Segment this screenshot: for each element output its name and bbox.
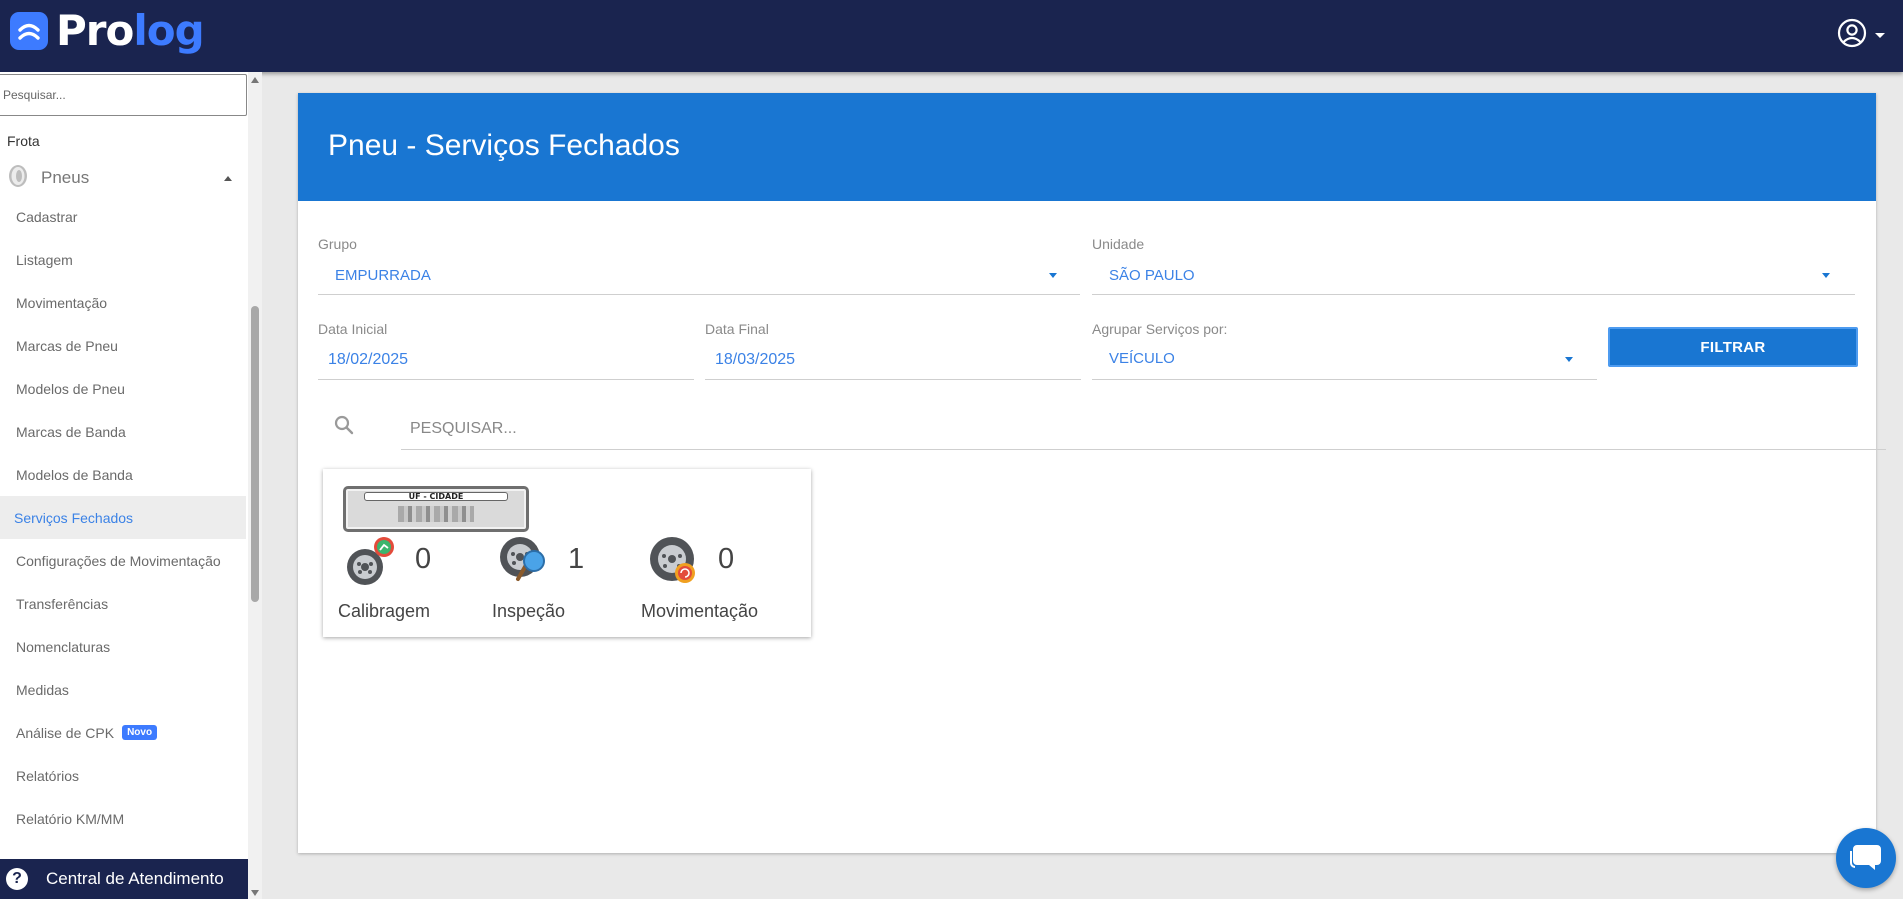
grupo-underline — [318, 294, 1080, 295]
caret-down-icon — [1875, 33, 1885, 38]
user-menu[interactable] — [1837, 18, 1885, 53]
calibragem-label: Calibragem — [338, 601, 431, 621]
sidebar-item-marcas-de-pneu[interactable]: Marcas de Pneu — [0, 324, 246, 367]
help-center-label: Central de Atendimento — [46, 869, 224, 888]
sidebar-group-label: Pneus — [41, 168, 90, 187]
sidebar-item-label: Análise de CPK — [16, 724, 115, 741]
data-final-label: Data Final — [705, 321, 769, 337]
help-center-button[interactable]: ? Central de Atendimento — [0, 859, 248, 899]
filtrar-button[interactable]: FILTRAR — [1608, 327, 1858, 367]
sidebar-search-input[interactable] — [0, 74, 247, 116]
sidebar-item-listagem[interactable]: Listagem — [0, 238, 246, 281]
page-header: Pneu - Serviços Fechados — [298, 93, 1876, 201]
calibragem-count: 0 — [415, 543, 432, 575]
plate-header: UF - CIDADE — [364, 492, 508, 501]
logo-text: Prolog — [56, 6, 205, 55]
sidebar-item-servicos-fechados[interactable]: Serviços Fechados — [0, 496, 246, 539]
sidebar-item-marcas-de-banda[interactable]: Marcas de Banda — [0, 410, 246, 453]
data-final-underline — [705, 379, 1081, 380]
movimentacao-count: 0 — [718, 543, 735, 575]
inspecao-count: 1 — [568, 543, 585, 575]
chevron-down-icon — [1822, 273, 1830, 278]
chevron-down-icon — [1565, 357, 1573, 362]
search-icon[interactable] — [333, 414, 355, 441]
search-input[interactable] — [401, 408, 1886, 450]
sidebar-item-movimentacao[interactable]: Movimentação — [0, 281, 246, 324]
agrupar-value: VEÍCULO — [1109, 350, 1175, 367]
sidebar-item-relatorios[interactable]: Relatórios — [0, 754, 246, 797]
sidebar-item-label: Relatórios — [16, 767, 80, 784]
sidebar-items: Cadastrar Listagem Movimentação Marcas d… — [0, 195, 246, 840]
sidebar-item-label: Marcas de Banda — [16, 423, 126, 440]
grupo-value: EMPURRADA — [335, 267, 431, 284]
unidade-select[interactable]: Unidade SÃO PAULO — [1092, 236, 1855, 296]
sidebar-item-label: Movimentação — [16, 294, 108, 311]
vehicle-card[interactable]: UF - CIDADE 0 Calibragem 1 Inspeção 0 Mo… — [323, 469, 811, 637]
page-title: Pneu - Serviços Fechados — [328, 129, 680, 162]
sidebar-section-title: Frota — [7, 133, 40, 149]
chat-bubble-icon — [1849, 841, 1883, 876]
data-final-value: 18/03/2025 — [715, 351, 796, 368]
sidebar-item-label: Cadastrar — [16, 208, 78, 225]
tire-calibration-icon — [345, 535, 397, 592]
sidebar-item-transferencias[interactable]: Transferências — [0, 582, 246, 625]
data-inicial-value: 18/02/2025 — [328, 351, 409, 368]
sidebar-item-label: Configurações de Movimentação — [16, 552, 221, 569]
data-inicial-underline — [318, 379, 694, 380]
sidebar-item-label: Modelos de Banda — [16, 466, 133, 483]
sidebar-item-modelos-de-pneu[interactable]: Modelos de Pneu — [0, 367, 246, 410]
data-final-field[interactable]: Data Final 18/03/2025 — [705, 321, 1081, 381]
sidebar: Frota Pneus Cadastrar Listagem Movimenta… — [0, 72, 262, 899]
unidade-underline — [1092, 294, 1855, 295]
main-card: Pneu - Serviços Fechados Grupo EMPURRADA… — [298, 93, 1886, 853]
unidade-value: SÃO PAULO — [1109, 267, 1195, 284]
prolog-logo[interactable]: Prolog — [10, 6, 205, 55]
agrupar-underline — [1092, 379, 1597, 380]
sidebar-item-label: Medidas — [16, 681, 69, 698]
chat-button[interactable] — [1836, 828, 1896, 888]
sidebar-item-medidas[interactable]: Medidas — [0, 668, 246, 711]
agrupar-select[interactable]: Agrupar Serviços por: VEÍCULO — [1092, 321, 1597, 381]
sidebar-item-label: Listagem — [16, 251, 73, 268]
tire-movement-icon — [648, 535, 700, 592]
sidebar-item-analise-de-cpk[interactable]: Análise de CPK Novo — [0, 711, 246, 754]
sidebar-item-label: Transferências — [16, 595, 109, 612]
chevron-up-icon — [224, 176, 232, 181]
unidade-label: Unidade — [1092, 236, 1145, 252]
question-circle-icon: ? — [6, 868, 28, 890]
data-inicial-field[interactable]: Data Inicial 18/02/2025 — [318, 321, 694, 381]
sidebar-group-pneus[interactable]: Pneus — [0, 162, 246, 194]
sidebar-item-label: Relatório KM/MM — [16, 810, 125, 827]
tire-icon — [7, 164, 29, 193]
grupo-label: Grupo — [318, 236, 357, 252]
top-bar: Prolog — [0, 0, 1903, 72]
sidebar-item-nomenclaturas[interactable]: Nomenclaturas — [0, 625, 246, 668]
chevron-down-icon — [1049, 273, 1057, 278]
logo-mark-icon — [10, 12, 48, 50]
user-circle-icon — [1837, 18, 1867, 53]
tire-inspection-icon — [498, 535, 550, 592]
data-inicial-label: Data Inicial — [318, 321, 388, 337]
sidebar-scrollbar[interactable] — [248, 72, 262, 899]
sidebar-item-label: Nomenclaturas — [16, 638, 111, 655]
sidebar-item-label: Marcas de Pneu — [16, 337, 118, 354]
new-badge: Novo — [122, 725, 158, 740]
sidebar-item-label: Serviços Fechados — [14, 509, 134, 526]
license-plate: UF - CIDADE — [343, 486, 529, 532]
inspecao-label: Inspeção — [492, 601, 566, 621]
scroll-up-icon[interactable] — [251, 77, 259, 83]
sidebar-item-modelos-de-banda[interactable]: Modelos de Banda — [0, 453, 246, 496]
sidebar-item-label: Modelos de Pneu — [16, 380, 125, 397]
plate-number-blurred — [398, 506, 474, 522]
scroll-down-icon[interactable] — [251, 890, 259, 896]
agrupar-label: Agrupar Serviços por: — [1092, 321, 1228, 337]
scrollbar-thumb[interactable] — [251, 306, 259, 602]
movimentacao-label: Movimentação — [641, 601, 759, 621]
sidebar-item-cadastrar[interactable]: Cadastrar — [0, 195, 246, 238]
sidebar-item-configuracoes-de-movimentacao[interactable]: Configurações de Movimentação — [0, 539, 246, 582]
grupo-select[interactable]: Grupo EMPURRADA — [318, 236, 1080, 296]
search-row — [328, 408, 1886, 450]
sidebar-item-relatorio-km-mm[interactable]: Relatório KM/MM — [0, 797, 246, 840]
